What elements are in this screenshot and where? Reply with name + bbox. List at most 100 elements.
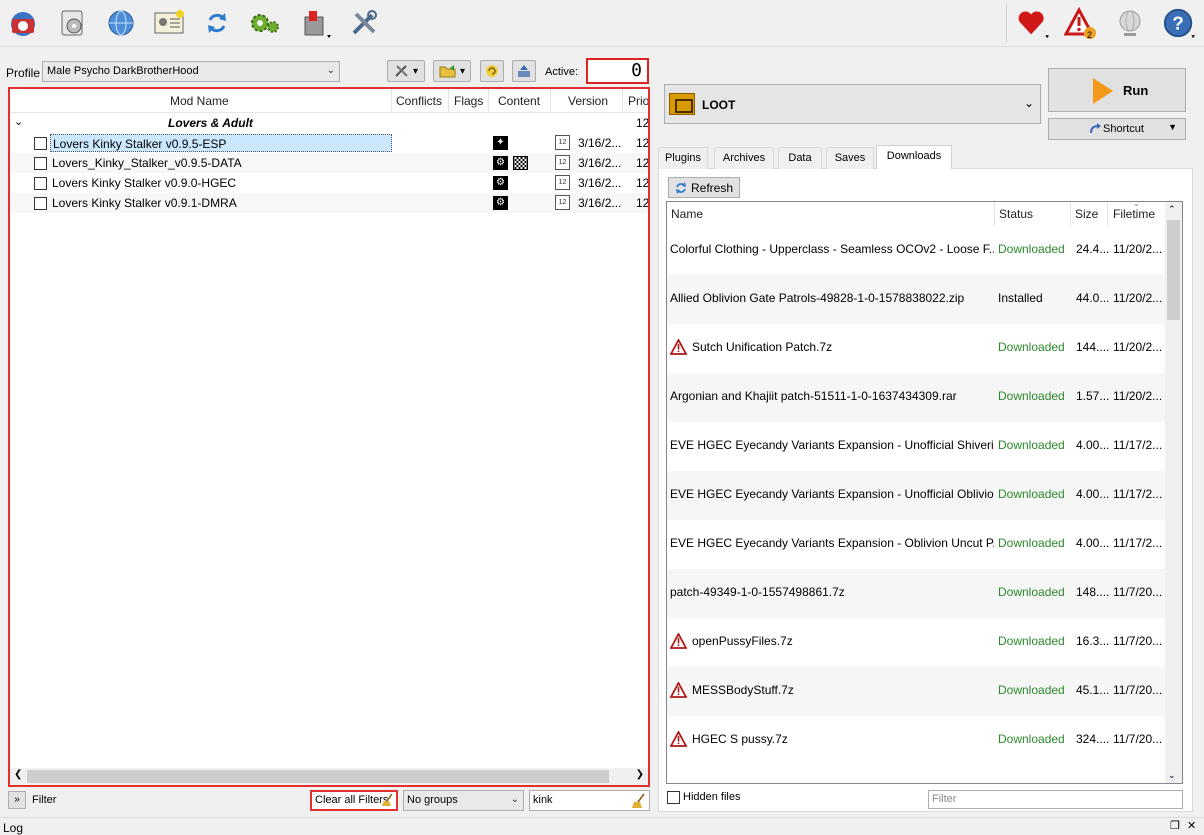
scroll-down-icon[interactable]: ⌄: [1168, 770, 1176, 781]
column-flags[interactable]: Flags: [454, 94, 483, 108]
tab-archives[interactable]: Archives: [714, 147, 774, 169]
hidden-files-checkbox[interactable]: [667, 791, 680, 804]
groups-select[interactable]: No groups ⌄: [403, 790, 524, 811]
group-row[interactable]: ⌄ Lovers & Adult 12: [10, 113, 648, 133]
open-folder-button[interactable]: ▾: [433, 60, 471, 82]
run-label: Run: [1123, 83, 1149, 98]
refresh-button[interactable]: Refresh: [668, 177, 740, 198]
settings-icon[interactable]: [248, 6, 282, 40]
profile-value: Male Psycho DarkBrotherHood: [47, 65, 199, 77]
profile-select[interactable]: Male Psycho DarkBrotherHood ⌄: [42, 61, 340, 82]
download-status: Downloaded: [998, 487, 1065, 501]
column-conflicts[interactable]: Conflicts: [396, 94, 442, 108]
download-size: 4.00...: [1076, 438, 1110, 452]
help-icon[interactable]: ?: [1162, 6, 1196, 40]
profile-icon[interactable]: [6, 6, 40, 40]
collapse-chevron-icon[interactable]: ⌄: [14, 115, 23, 128]
mod-list-header: Mod Name Conflicts Flags Content Version…: [10, 89, 648, 113]
column-status[interactable]: Status: [999, 207, 1033, 221]
restore-window-icon[interactable]: ❐: [1170, 819, 1180, 832]
scroll-up-icon[interactable]: ⌃: [1168, 204, 1176, 215]
download-status: Downloaded: [998, 585, 1065, 599]
mod-enable-checkbox[interactable]: [34, 157, 47, 170]
mod-priority: 12: [636, 136, 650, 150]
restore-backup-button[interactable]: [480, 60, 504, 82]
column-filetime[interactable]: Filetime: [1113, 207, 1155, 221]
download-row[interactable]: EVE HGEC Eyecandy Variants Expansion - O…: [667, 520, 1165, 569]
profile-label: Profile: [6, 66, 41, 80]
mod-list-hscrollbar[interactable]: ❮ ❯: [10, 768, 648, 785]
mod-search-value: kink: [533, 794, 553, 806]
refresh-icon[interactable]: [200, 6, 234, 40]
create-backup-button[interactable]: [512, 60, 536, 82]
download-row[interactable]: Allied Oblivion Gate Patrols-49828-1-0-1…: [667, 275, 1165, 324]
download-row[interactable]: Sutch Unification Patch.7z Downloaded 144.…: [667, 324, 1165, 373]
tab-data[interactable]: Data: [778, 147, 822, 169]
download-filetime: 11/7/20...: [1113, 683, 1163, 697]
mod-row[interactable]: Lovers Kinky Stalker v0.9.5-ESP ✦ 12 3/1…: [10, 133, 650, 153]
mod-tools-button[interactable]: ▾: [387, 60, 425, 82]
update-icon[interactable]: [1113, 6, 1147, 40]
scroll-thumb[interactable]: [1167, 220, 1180, 320]
downloads-filter-input[interactable]: Filter: [928, 790, 1183, 809]
download-row[interactable]: HGEC S pussy.7z Downloaded 324.... 11/7/20.…: [667, 716, 1165, 765]
column-version[interactable]: Version: [568, 94, 608, 108]
mod-version: 3/16/2...: [578, 196, 622, 210]
tab-downloads[interactable]: Downloads: [876, 145, 952, 169]
mod-enable-checkbox[interactable]: [34, 177, 47, 190]
run-button[interactable]: Run: [1048, 68, 1186, 112]
download-row[interactable]: Colorful Clothing - Upperclass - Seamles…: [667, 226, 1165, 275]
filter-toggle-button[interactable]: »: [8, 791, 26, 809]
download-name: Colorful Clothing - Upperclass - Seamles…: [670, 242, 994, 256]
mod-enable-checkbox[interactable]: [34, 197, 47, 210]
mod-info-icon[interactable]: [152, 6, 186, 40]
mod-name: Lovers Kinky Stalker v0.9.1-DMRA: [52, 196, 237, 210]
chevron-down-icon: ⌄: [510, 794, 519, 805]
scroll-right-icon[interactable]: ❯: [636, 769, 644, 780]
download-row[interactable]: patch-49349-1-0-1557498861.7z Downloaded 1…: [667, 569, 1165, 618]
download-name: HGEC S pussy.7z: [692, 732, 788, 746]
broom-icon[interactable]: [631, 793, 647, 809]
mod-enable-checkbox[interactable]: [34, 137, 47, 150]
dropdown-arrow-icon: ▾: [412, 65, 419, 77]
mod-row[interactable]: Lovers_Kinky_Stalker_v0.9.5-DATA ⚙ 12 3/…: [10, 153, 648, 173]
downloads-vscrollbar[interactable]: ⌃ ⌄: [1165, 202, 1182, 783]
close-icon[interactable]: ✕: [1187, 819, 1196, 832]
nexus-icon[interactable]: [104, 6, 138, 40]
configure-icon[interactable]: [347, 6, 381, 40]
mod-row[interactable]: Lovers Kinky Stalker v0.9.1-DMRA ⚙ 12 3/…: [10, 193, 648, 213]
download-filetime: 11/20/2...: [1113, 242, 1163, 256]
install-mod-icon[interactable]: [55, 6, 89, 40]
scroll-thumb[interactable]: [27, 770, 609, 783]
downloads-table: Name Status Size Filetime ⌄ Colorful Clo…: [666, 201, 1183, 784]
clear-filters-button[interactable]: Clear all Filters: [310, 790, 398, 811]
download-name: patch-49349-1-0-1557498861.7z: [670, 585, 845, 599]
download-size: 16.3...: [1076, 634, 1110, 648]
download-filetime: 11/20/2...: [1113, 291, 1163, 305]
mod-name: Lovers Kinky Stalker v0.9.0-HGEC: [52, 176, 237, 190]
endorse-heart-icon[interactable]: [1016, 6, 1050, 40]
tab-plugins[interactable]: Plugins: [658, 147, 708, 169]
column-priority[interactable]: Prio: [628, 94, 648, 108]
download-row[interactable]: EVE HGEC Eyecandy Variants Expansion - U…: [667, 471, 1165, 520]
shortcut-button[interactable]: Shortcut ▼: [1048, 118, 1186, 140]
download-row[interactable]: EVE HGEC Eyecandy Variants Expansion - U…: [667, 422, 1165, 471]
download-row[interactable]: MESSBodyStuff.7z Downloaded 45.1... 11/7/20…: [667, 667, 1165, 716]
mod-row[interactable]: Lovers Kinky Stalker v0.9.0-HGEC ⚙ 12 3/…: [10, 173, 648, 193]
plugin-content-icon: ✦: [493, 136, 508, 150]
download-row[interactable]: Argonian and Khajiit patch-51511-1-0-163…: [667, 373, 1165, 422]
column-size[interactable]: Size: [1075, 207, 1098, 221]
executable-select[interactable]: LOOT ⌄: [664, 84, 1041, 124]
scroll-left-icon[interactable]: ❮: [14, 769, 22, 780]
tab-saves[interactable]: Saves: [826, 147, 874, 169]
download-row[interactable]: openPussyFiles.7z Downloaded 16.3... 11/7/2…: [667, 618, 1165, 667]
refresh-icon: [676, 182, 686, 194]
column-mod-name[interactable]: Mod Name: [170, 94, 229, 108]
mod-search-input[interactable]: kink: [529, 790, 650, 811]
column-name[interactable]: Name: [671, 207, 703, 221]
tools-icon[interactable]: [298, 6, 332, 40]
shortcut-arrow-icon: [1090, 123, 1101, 134]
warning-icon[interactable]: 2: [1064, 6, 1098, 40]
download-filetime: 11/20/2...: [1113, 340, 1163, 354]
column-content[interactable]: Content: [498, 94, 540, 108]
